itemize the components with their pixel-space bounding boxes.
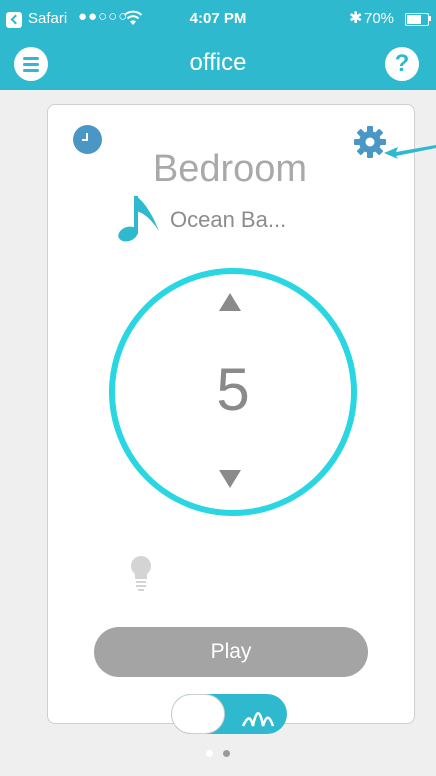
page-dot[interactable]: [206, 750, 213, 757]
battery-tip: [429, 16, 431, 21]
volume-down-arrow-icon[interactable]: [219, 470, 241, 488]
volume-up-arrow-icon[interactable]: [219, 293, 241, 311]
track-title: Ocean Ba...: [170, 207, 287, 232]
toggle-knob[interactable]: [171, 694, 225, 734]
battery-icon: [405, 13, 429, 26]
play-button[interactable]: Play: [94, 627, 368, 677]
help-button[interactable]: ?: [385, 47, 419, 81]
page-dot[interactable]: [223, 750, 230, 757]
page-title: office: [189, 49, 247, 76]
room-name: Bedroom: [152, 148, 308, 190]
page-indicator: [0, 744, 436, 762]
bluetooth-icon: ✱: [349, 10, 363, 27]
light-bulb-icon[interactable]: [126, 553, 156, 593]
volume-value: 5: [216, 356, 250, 423]
mode-toggle[interactable]: [171, 694, 287, 734]
status-bar: Safari ●●○○○ 4:07 PM ✱ 70%: [0, 0, 436, 40]
nav-bar: office ?: [0, 40, 436, 90]
sound-wave-icon: [241, 712, 275, 727]
music-note-icon: [118, 196, 159, 242]
battery-percent: 70%: [364, 10, 395, 27]
